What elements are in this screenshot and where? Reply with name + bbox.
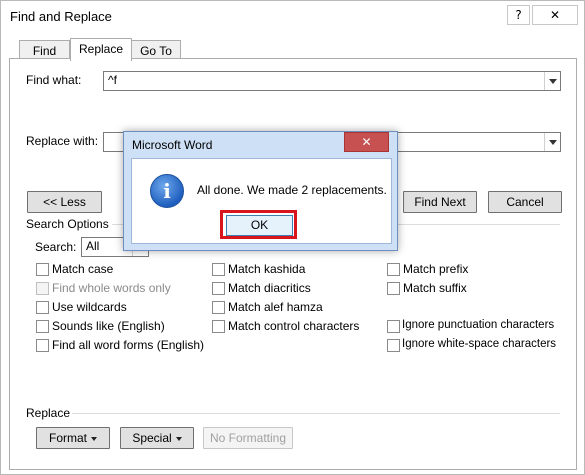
wildcards-label: Use wildcards <box>52 300 127 314</box>
less-button[interactable]: << Less <box>27 191 102 213</box>
sounds-like-checkbox[interactable] <box>36 320 49 333</box>
replace-dropdown-arrow[interactable] <box>544 133 560 151</box>
close-icon: ✕ <box>361 135 372 149</box>
replace-with-label: Replace with: <box>26 134 99 148</box>
ignore-punctuation-checkbox[interactable] <box>387 320 400 333</box>
no-formatting-button: No Formatting <box>203 427 293 449</box>
match-alef-hamza-checkbox[interactable] <box>212 301 225 314</box>
match-suffix-label: Match suffix <box>403 281 467 295</box>
search-options-heading: Search Options <box>26 217 109 231</box>
match-kashida-label: Match kashida <box>228 262 306 276</box>
search-label: Search: <box>35 240 77 254</box>
chevron-down-icon <box>548 78 557 84</box>
information-icon: i <box>150 174 184 208</box>
find-dropdown-arrow[interactable] <box>544 72 560 90</box>
message-box-close-button[interactable]: ✕ <box>344 132 389 152</box>
dropdown-arrow-icon <box>175 436 182 441</box>
ok-highlight-box <box>220 210 297 239</box>
chevron-down-icon <box>548 139 557 145</box>
message-text: All done. We made 2 replacements. <box>197 183 387 197</box>
match-diacritics-checkbox[interactable] <box>212 282 225 295</box>
search-direction-value: All <box>86 239 100 253</box>
format-button[interactable]: Format <box>36 427 110 449</box>
help-icon: ? <box>515 8 522 22</box>
word-forms-checkbox[interactable] <box>36 339 49 352</box>
word-forms-label: Find all word forms (English) <box>52 338 205 352</box>
cancel-button[interactable]: Cancel <box>488 191 562 213</box>
divider <box>72 413 560 414</box>
match-diacritics-label: Match diacritics <box>228 281 311 295</box>
dropdown-arrow-icon <box>91 436 97 441</box>
find-what-value: ^f <box>108 73 117 87</box>
sounds-like-label: Sounds like (English) <box>52 319 165 333</box>
window-title: Find and Replace <box>10 9 112 24</box>
match-prefix-checkbox[interactable] <box>387 263 400 276</box>
match-control-chars-label: Match control characters <box>228 319 360 333</box>
tab-replace[interactable]: Replace <box>70 38 132 61</box>
match-alef-hamza-label: Match alef hamza <box>228 300 323 314</box>
title-bar: Find and Replace ? ✕ <box>1 1 584 33</box>
match-case-label: Match case <box>52 262 114 276</box>
ignore-punctuation-label: Ignore punctuation characters <box>402 319 555 331</box>
find-what-input[interactable]: ^f <box>103 71 561 91</box>
window-close-button[interactable]: ✕ <box>532 5 578 25</box>
match-suffix-checkbox[interactable] <box>387 282 400 295</box>
close-icon: ✕ <box>549 8 561 22</box>
whole-words-checkbox[interactable] <box>36 282 49 295</box>
ignore-whitespace-label: Ignore white-space characters <box>402 338 557 350</box>
whole-words-label: Find whole words only <box>52 281 171 295</box>
special-button[interactable]: Special <box>120 427 194 449</box>
replace-section-heading: Replace <box>26 406 71 420</box>
find-next-button[interactable]: Find Next <box>403 191 477 213</box>
match-case-checkbox[interactable] <box>36 263 49 276</box>
match-prefix-label: Match prefix <box>403 262 469 276</box>
match-control-chars-checkbox[interactable] <box>212 320 225 333</box>
ignore-whitespace-checkbox[interactable] <box>387 339 400 352</box>
find-what-label: Find what: <box>26 73 82 87</box>
wildcards-checkbox[interactable] <box>36 301 49 314</box>
message-box-title: Microsoft Word <box>132 138 213 152</box>
help-button[interactable]: ? <box>507 5 530 25</box>
match-kashida-checkbox[interactable] <box>212 263 225 276</box>
